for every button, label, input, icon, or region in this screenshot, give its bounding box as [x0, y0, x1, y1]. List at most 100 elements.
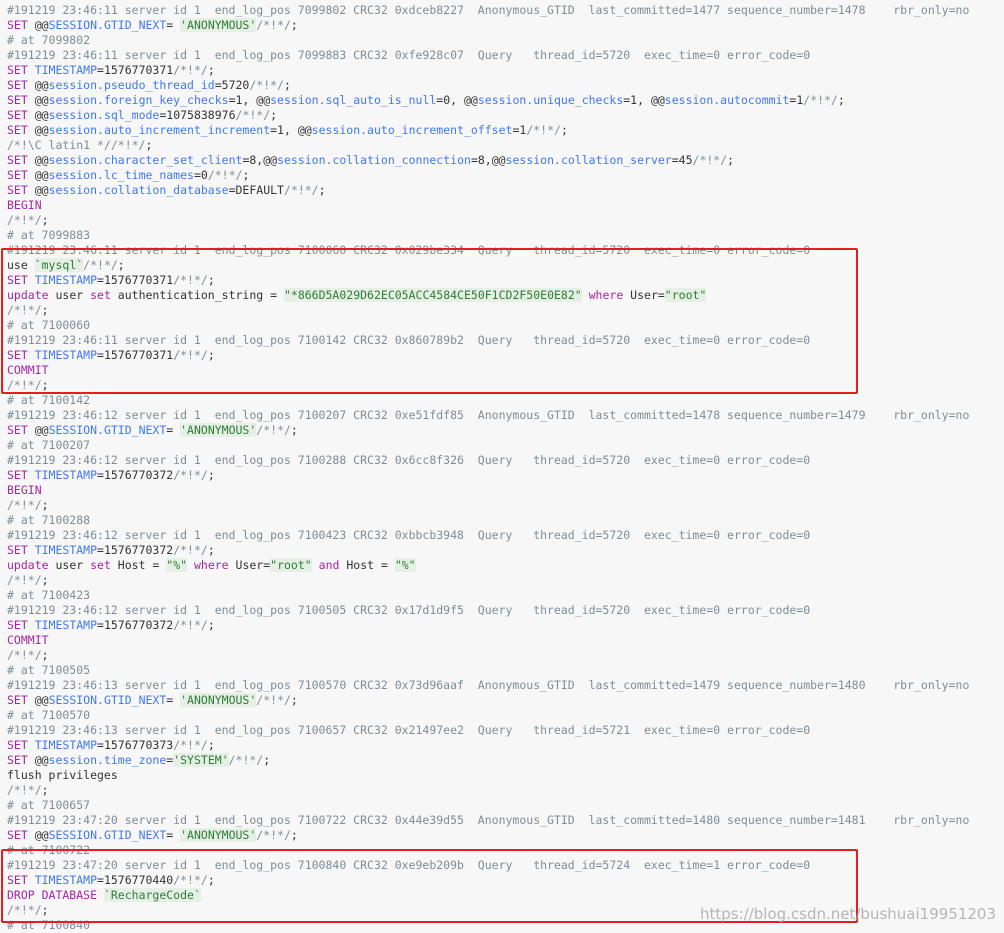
code-token: #191219 23:46:12 server id 1 end_log_pos…	[7, 528, 811, 542]
code-token: 'ANONYMOUS'	[180, 423, 257, 437]
code-line: /*!*/;	[7, 213, 1004, 228]
code-token: =1, @@	[228, 93, 271, 107]
code-token: # at 7100570	[7, 708, 91, 722]
code-token: @@	[27, 168, 49, 182]
code-token: /*!*/	[173, 618, 208, 632]
code-token: SESSION.GTID_NEXT	[48, 693, 167, 707]
code-token: /*!*/	[692, 153, 728, 167]
code-token: #191219 23:46:13 server id 1 end_log_pos…	[7, 723, 811, 737]
code-token: /*!*/	[173, 738, 208, 752]
code-token: =45	[671, 153, 693, 167]
code-token: =1	[512, 123, 527, 137]
code-token: =0, @@	[436, 93, 478, 107]
code-token: /*!*/	[173, 468, 208, 482]
code-token: ;	[270, 108, 278, 122]
code-token: /*!*/	[7, 213, 42, 227]
code-token: # at 7100207	[7, 438, 91, 452]
code-token: ;	[837, 93, 845, 107]
code-token: /*!\C latin1 *//*!*/	[7, 138, 146, 152]
code-token: ;	[263, 753, 271, 767]
code-line: SET @@session.lc_time_names=0/*!*/;	[7, 168, 1004, 183]
code-line: # at 7100423	[7, 588, 1004, 603]
code-token: ;	[207, 618, 215, 632]
code-line: BEGIN	[7, 483, 1004, 498]
code-token: SET	[7, 693, 28, 707]
code-token: ;	[727, 153, 735, 167]
binlog-text: #191219 23:46:11 server id 1 end_log_pos…	[0, 0, 1004, 933]
code-token: ;	[290, 18, 298, 32]
code-token: SET	[7, 618, 28, 632]
code-token: ;	[560, 123, 568, 137]
code-line: SET TIMESTAMP=1576770372/*!*/;	[7, 618, 1004, 633]
code-token: SET	[7, 153, 28, 167]
code-line: #191219 23:46:12 server id 1 end_log_pos…	[7, 528, 1004, 543]
code-token: /*!*/	[7, 498, 42, 512]
code-token: SET	[7, 123, 28, 137]
code-token: /*!*/	[526, 123, 561, 137]
code-token: session.lc_time_names	[48, 168, 194, 182]
code-token: /*!*/	[7, 573, 42, 587]
code-token: @@	[27, 423, 49, 437]
code-token: ;	[145, 138, 153, 152]
code-token: session.sql_mode	[48, 108, 160, 122]
code-token: @@	[27, 93, 49, 107]
code-token: ;	[290, 828, 298, 842]
code-token: /*!*/	[7, 648, 42, 662]
code-line: #191219 23:46:12 server id 1 end_log_pos…	[7, 603, 1004, 618]
code-token: =1576770371	[97, 63, 174, 77]
code-line: # at 7100288	[7, 513, 1004, 528]
code-token: # at 7099883	[7, 228, 91, 242]
code-line: SET TIMESTAMP=1576770373/*!*/;	[7, 738, 1004, 753]
code-token: # at 7100142	[7, 393, 91, 407]
code-token: # at 7100657	[7, 798, 91, 812]
code-token: # at 7100423	[7, 588, 91, 602]
code-token: /*!*/	[256, 693, 291, 707]
code-line: # at 7100570	[7, 708, 1004, 723]
code-line: SET @@SESSION.GTID_NEXT= 'ANONYMOUS'/*!*…	[7, 18, 1004, 33]
code-line: SET TIMESTAMP=1576770372/*!*/;	[7, 468, 1004, 483]
code-token: #191219 23:46:12 server id 1 end_log_pos…	[7, 603, 811, 617]
code-token: User=	[228, 558, 271, 572]
code-line: flush privileges	[7, 768, 1004, 783]
code-line: SET TIMESTAMP=1576770371/*!*/;	[7, 63, 1004, 78]
code-token: /*!*/	[228, 753, 264, 767]
code-token: =	[166, 423, 181, 437]
code-token: session.collation_connection	[277, 153, 471, 167]
code-token: /*!*/	[256, 18, 291, 32]
code-line: # at 7100142	[7, 393, 1004, 408]
code-line: SET @@session.pseudo_thread_id=5720/*!*/…	[7, 78, 1004, 93]
code-line: SET @@session.character_set_client=8,@@s…	[7, 153, 1004, 168]
code-token: SET	[7, 108, 28, 122]
code-line: # at 7100207	[7, 438, 1004, 453]
code-line: #191219 23:46:12 server id 1 end_log_pos…	[7, 453, 1004, 468]
code-token: ;	[318, 183, 326, 197]
code-token: @@	[27, 828, 49, 842]
code-token: SESSION.GTID_NEXT	[48, 18, 167, 32]
code-token: Host =	[110, 558, 167, 572]
code-token: ;	[283, 78, 291, 92]
code-token: /*!*/	[235, 108, 271, 122]
code-token: @@	[27, 753, 49, 767]
code-token: ;	[41, 573, 49, 587]
code-line: /*!\C latin1 *//*!*/;	[7, 138, 1004, 153]
code-token: session.auto_increment_offset	[311, 123, 513, 137]
code-token: 'SYSTEM'	[173, 753, 229, 767]
code-token: SET	[7, 468, 28, 482]
code-token: /*!*/	[7, 783, 42, 797]
code-token: ;	[290, 423, 298, 437]
code-token: ;	[207, 543, 215, 557]
code-token: @@	[27, 18, 49, 32]
code-token: /*!*/	[173, 63, 208, 77]
code-token: =1576770372	[97, 468, 174, 482]
code-token: ;	[242, 168, 250, 182]
code-token: Host =	[339, 558, 395, 572]
code-token: session.foreign_key_checks	[48, 93, 229, 107]
code-token: ;	[207, 468, 215, 482]
code-token: =0	[193, 168, 208, 182]
code-token: /*!*/	[283, 183, 319, 197]
code-token: TIMESTAMP	[27, 543, 98, 557]
code-token: session.collation_database	[48, 183, 229, 197]
code-token: ;	[41, 648, 49, 662]
code-token: session.collation_server	[505, 153, 672, 167]
code-line: #191219 23:47:20 server id 1 end_log_pos…	[7, 813, 1004, 828]
